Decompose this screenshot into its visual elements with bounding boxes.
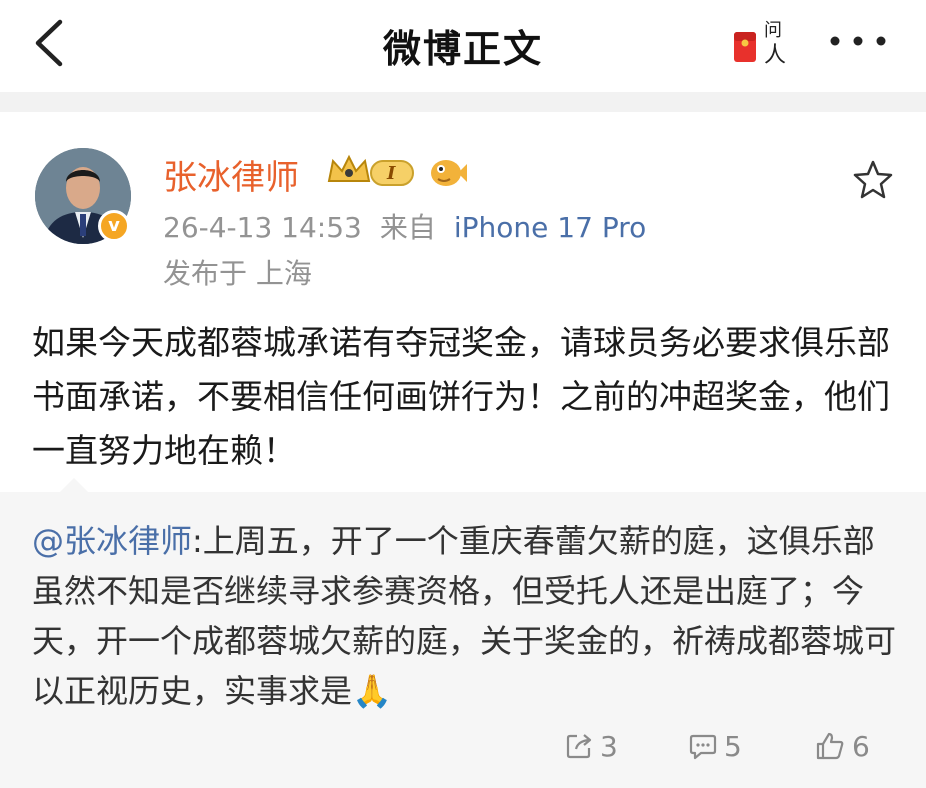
comment-count: 5 <box>724 729 742 763</box>
post-location: 发布于 上海 <box>163 257 312 290</box>
retweet-block[interactable]: @张冰律师:上周五，开了一个重庆春蕾欠薪的庭，这俱乐部虽然不知是否继续寻求参赛资… <box>0 478 926 788</box>
pray-emoji: 🙏 <box>352 672 392 710</box>
top-bar: 微博正文 问 人 <box>0 0 926 90</box>
author-name[interactable]: 张冰律师 <box>163 150 299 199</box>
fan-badge-icon <box>428 152 468 192</box>
comment-button[interactable]: 5 <box>688 728 742 764</box>
retweet-text: @张冰律师:上周五，开了一个重庆春蕾欠薪的庭，这俱乐部虽然不知是否继续寻求参赛资… <box>32 516 898 716</box>
retweet-actions: 3 5 6 <box>0 728 926 768</box>
repost-button[interactable]: 3 <box>564 728 618 764</box>
wenren-label-1: 问 <box>764 20 782 41</box>
ask-red-envelope-icon[interactable]: 问 人 <box>730 10 796 70</box>
like-button[interactable]: 6 <box>814 728 870 764</box>
wenren-label-2: 人 <box>764 43 786 68</box>
verified-badge-icon: v <box>98 210 130 242</box>
post-body-text: 如果今天成都蓉城承诺有夺冠奖金，请球员务必要求俱乐部书面承诺，不要相信任何画饼行… <box>32 323 890 470</box>
retweet-mention-link[interactable]: @张冰律师 <box>32 522 192 560</box>
section-divider <box>0 92 926 112</box>
source-prefix: 来自 <box>379 211 436 244</box>
comment-icon <box>689 734 717 760</box>
repost-icon <box>566 734 592 759</box>
repost-count: 3 <box>600 729 618 763</box>
post-meta: 26-4-13 14:53 来自 iPhone 17 Pro <box>163 206 646 246</box>
vip-crown-badge-icon: I <box>325 151 417 191</box>
level-badge-text: I <box>386 163 396 184</box>
post-source-link[interactable]: iPhone 17 Pro <box>454 211 646 244</box>
favorite-star-icon[interactable] <box>851 158 895 202</box>
post-timestamp: 26-4-13 14:53 <box>163 211 362 244</box>
like-count: 6 <box>852 729 870 763</box>
more-options-icon[interactable] <box>826 26 890 56</box>
retweet-notch <box>60 478 88 492</box>
thumbs-up-icon <box>816 732 844 760</box>
